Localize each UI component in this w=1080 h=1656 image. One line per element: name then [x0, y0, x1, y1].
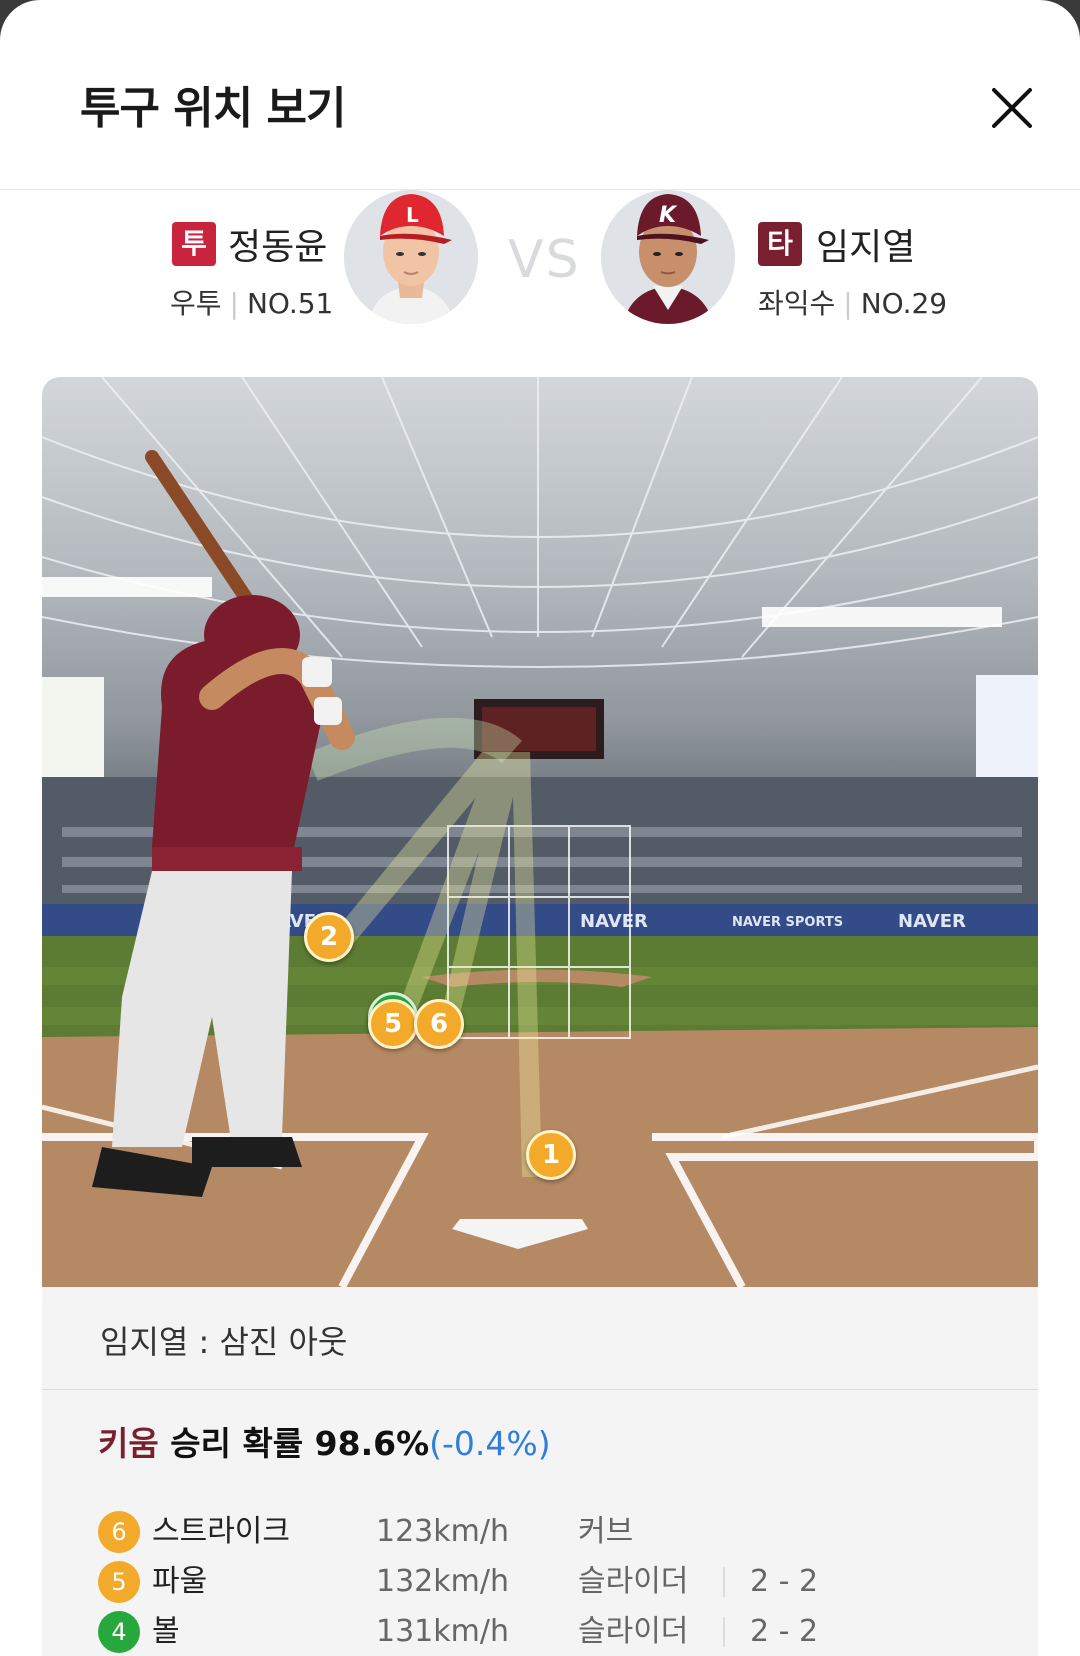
batter-avatar[interactable]: K — [601, 190, 735, 324]
batter-number: NO.29 — [860, 287, 948, 320]
at-bat-result-panel: 임지열 : 삼진 아웃 키움 승리 확률 98.6%(-0.4%) 6 스트라이… — [42, 1287, 1038, 1656]
batter-hand: 좌익수 — [758, 287, 836, 320]
pitch-type: 커브 — [578, 1514, 634, 1549]
win-prob-label: 승리 확률 98.6% — [170, 1424, 430, 1463]
pitcher-number: NO.51 — [246, 287, 334, 320]
pitch-speed: 131km/h — [376, 1614, 509, 1649]
pitch-list-item[interactable]: 5 파울 132km/h 슬라이더 2 - 2 — [98, 1561, 998, 1605]
pitcher-name[interactable]: 정동윤 — [228, 218, 327, 270]
close-button[interactable] — [984, 80, 1040, 136]
batter-role-badge: 타 — [758, 222, 802, 266]
at-bat-outcome: 임지열 : 삼진 아웃 — [100, 1323, 348, 1361]
pitch-marker[interactable]: 1 — [526, 1130, 576, 1180]
svg-text:K: K — [659, 203, 678, 228]
pitch-number-badge: 4 — [98, 1611, 140, 1653]
pitcher-role-badge: 투 — [172, 222, 216, 266]
pitch-location-sheet: 투구 위치 보기 투 정동윤 우투 | NO.51 L VS K 타 임지열 좌… — [0, 0, 1080, 1656]
pitch-number-badge: 5 — [98, 1561, 140, 1603]
pitch-marker[interactable]: 6 — [414, 999, 464, 1049]
pitch-marker[interactable]: 5 — [368, 999, 418, 1049]
vs-label: VS — [508, 230, 581, 290]
info-separator — [723, 1567, 725, 1597]
batter-info: 좌익수 | NO.29 — [758, 282, 947, 322]
win-prob-team: 키움 — [98, 1424, 159, 1463]
pitch-speed: 123km/h — [376, 1514, 509, 1549]
pitch-count: 2 - 2 — [750, 1614, 819, 1649]
pitch-type: 슬라이더 — [578, 1614, 689, 1649]
banner-text: NAVER — [580, 911, 648, 932]
win-probability: 키움 승리 확률 98.6%(-0.4%) — [98, 1417, 551, 1465]
pitcher-hand: 우투 — [170, 287, 222, 320]
pitch-type: 슬라이더 — [578, 1564, 689, 1599]
matchup: 투 정동윤 우투 | NO.51 L VS K 타 임지열 좌익수 | NO.2… — [0, 190, 1080, 340]
sheet-header: 투구 위치 보기 — [0, 0, 1080, 190]
batter-name[interactable]: 임지열 — [816, 218, 915, 270]
divider — [42, 1389, 1038, 1390]
pitcher-info: 우투 | NO.51 — [170, 282, 333, 322]
pitch-result: 파울 — [152, 1564, 208, 1599]
banner-text: NAVER — [898, 911, 966, 932]
pitch-list-item[interactable]: 6 스트라이크 123km/h 커브 — [98, 1511, 998, 1555]
pitcher-avatar[interactable]: L — [344, 190, 478, 324]
pitcher-photo-icon: L — [344, 190, 478, 324]
info-separator: | — [229, 287, 239, 320]
info-separator: | — [843, 287, 853, 320]
pitch-field-view: NAVER NAVER NAVER SPORTS NAVER 2 5 6 1 — [42, 377, 1038, 1287]
batter-photo-icon: K — [601, 190, 735, 324]
pitch-count: 2 - 2 — [750, 1564, 819, 1599]
win-prob-delta: (-0.4%) — [429, 1424, 551, 1463]
svg-text:L: L — [406, 203, 419, 227]
pitch-result: 볼 — [152, 1614, 180, 1649]
pitch-speed: 132km/h — [376, 1564, 509, 1599]
close-icon — [992, 88, 1032, 128]
pitch-result: 스트라이크 — [152, 1514, 290, 1549]
pitch-marker[interactable]: 2 — [304, 912, 354, 962]
banner-text: NAVER SPORTS — [732, 915, 843, 930]
pitch-number-badge: 6 — [98, 1511, 140, 1553]
pitch-list-item[interactable]: 4 볼 131km/h 슬라이더 2 - 2 — [98, 1611, 998, 1655]
page-title: 투구 위치 보기 — [80, 83, 347, 134]
info-separator — [723, 1617, 725, 1647]
